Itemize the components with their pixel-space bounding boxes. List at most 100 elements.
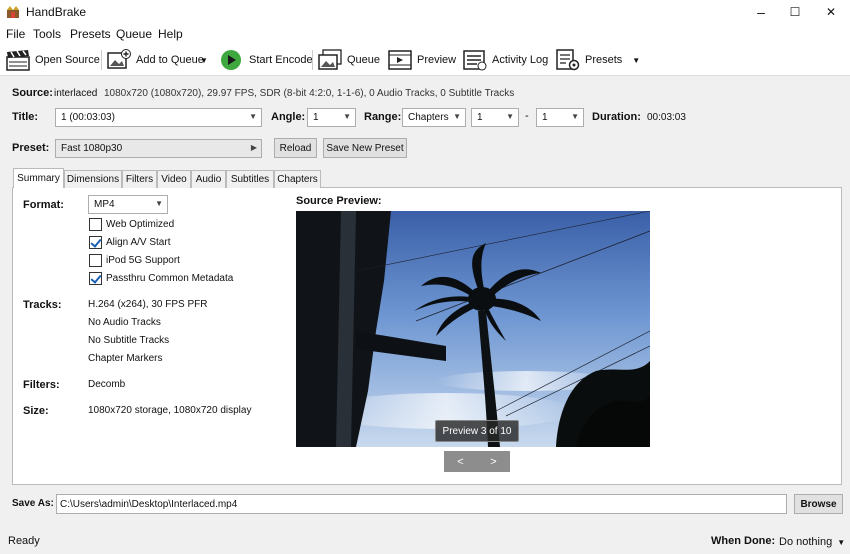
when-done-label: When Done:	[711, 535, 776, 547]
track-item: H.264 (x264), 30 FPS PFR	[88, 299, 208, 310]
chevron-right-icon: >	[490, 455, 497, 468]
angle-select[interactable]: 1 ▼	[307, 108, 356, 127]
queue-images-icon	[318, 49, 342, 70]
range-start-select[interactable]: 1 ▼	[471, 108, 519, 127]
activity-log-button[interactable]: Activity Log	[463, 48, 548, 72]
when-done-select[interactable]: Do nothing ▼	[779, 533, 845, 551]
preset-select-value: Fast 1080p30	[61, 143, 123, 154]
angle-select-value: 1	[313, 112, 319, 123]
menu-file[interactable]: File	[6, 27, 25, 41]
tab-summary[interactable]: Summary	[13, 168, 64, 188]
play-icon	[221, 50, 241, 70]
queue-button[interactable]: Queue	[318, 48, 380, 72]
presets-label: Presets	[585, 54, 623, 66]
format-label: Format:	[23, 199, 64, 211]
menu-tools[interactable]: Tools	[33, 27, 61, 41]
activity-log-icon	[463, 50, 487, 71]
tracks-label: Tracks:	[23, 299, 62, 311]
toolbar-separator	[312, 50, 313, 70]
tab-chapters[interactable]: Chapters	[274, 170, 321, 188]
title-label: Title:	[12, 111, 39, 123]
range-end-select[interactable]: 1 ▼	[536, 108, 584, 127]
track-item: No Subtitle Tracks	[88, 335, 170, 346]
chevron-down-icon: ▼	[200, 55, 208, 65]
range-label: Range:	[364, 111, 402, 123]
menu-help[interactable]: Help	[158, 27, 183, 41]
tab-chapters-label: Chapters	[277, 174, 318, 185]
save-as-label: Save As:	[12, 498, 54, 509]
chevron-down-icon: ▼	[343, 112, 351, 121]
passthru-metadata-checkbox[interactable]	[89, 272, 102, 285]
title-bar: HandBrake – ☐ ✕	[0, 0, 850, 24]
menu-presets[interactable]: Presets	[70, 27, 111, 41]
align-av-start-checkbox[interactable]	[89, 236, 102, 249]
title-select-value: 1 (00:03:03)	[61, 112, 115, 123]
maximize-button[interactable]: ☐	[778, 0, 812, 24]
save-as-path-field[interactable]: C:\Users\admin\Desktop\Interlaced.mp4	[56, 494, 787, 514]
duration-label: Duration:	[592, 111, 641, 123]
chevron-down-icon: ▼	[571, 112, 579, 121]
angle-label: Angle:	[271, 111, 306, 123]
add-image-icon	[107, 49, 131, 69]
tab-summary-label: Summary	[17, 173, 60, 184]
source-name: interlaced	[54, 88, 98, 99]
tab-audio[interactable]: Audio	[191, 170, 226, 188]
palm-tree-photo	[296, 211, 650, 447]
tab-subtitles[interactable]: Subtitles	[226, 170, 274, 188]
track-item: Chapter Markers	[88, 353, 163, 364]
preset-select[interactable]: Fast 1080p30 ▶	[55, 139, 262, 158]
preview-button[interactable]: Preview	[388, 48, 456, 72]
passthru-metadata-label: Passthru Common Metadata	[106, 273, 234, 284]
chevron-down-icon: ▼	[506, 112, 514, 121]
duration-value: 00:03:03	[647, 112, 686, 123]
tab-filters[interactable]: Filters	[122, 170, 157, 188]
range-start-value: 1	[477, 112, 483, 123]
maximize-icon: ☐	[789, 5, 801, 19]
range-type-select[interactable]: Chapters ▼	[402, 108, 466, 127]
tab-video[interactable]: Video	[157, 170, 191, 188]
size-value: 1080x720 storage, 1080x720 display	[88, 405, 252, 416]
previous-preview-button[interactable]: <	[444, 451, 477, 472]
tab-video-label: Video	[161, 174, 187, 185]
chevron-down-icon: ▼	[632, 55, 641, 65]
when-done-value: Do nothing	[779, 536, 833, 548]
tab-filters-label: Filters	[125, 174, 154, 185]
reload-button[interactable]: Reload	[274, 138, 317, 158]
add-to-queue-button[interactable]: Add to Queue	[107, 48, 204, 72]
start-encode-button[interactable]: Start Encode	[220, 48, 313, 72]
browse-button[interactable]: Browse	[794, 494, 843, 514]
chevron-left-icon: <	[457, 455, 464, 468]
tab-subtitles-label: Subtitles	[230, 174, 270, 185]
menu-queue[interactable]: Queue	[116, 27, 152, 41]
close-icon: ✕	[825, 5, 837, 19]
activity-log-label: Activity Log	[492, 54, 549, 66]
source-preview-image	[296, 211, 650, 447]
close-button[interactable]: ✕	[814, 0, 848, 24]
range-end-value: 1	[542, 112, 548, 123]
ipod-5g-support-label: iPod 5G Support	[106, 255, 180, 266]
minimize-button[interactable]: –	[744, 0, 778, 24]
save-new-preset-button[interactable]: Save New Preset	[323, 138, 407, 158]
title-select[interactable]: 1 (00:03:03) ▼	[55, 108, 262, 127]
source-label: Source:	[12, 87, 53, 99]
range-dash: -	[525, 110, 529, 122]
next-preview-button[interactable]: >	[477, 451, 510, 472]
tab-audio-label: Audio	[195, 174, 222, 185]
toolbar: Open Source Add to Queue ▼ Start Encode …	[0, 44, 850, 76]
start-encode-label: Start Encode	[249, 54, 313, 66]
format-select[interactable]: MP4 ▼	[88, 195, 168, 214]
tab-dimensions-label: Dimensions	[66, 174, 120, 185]
web-optimized-checkbox[interactable]	[89, 218, 102, 231]
chevron-down-icon: ▼	[837, 537, 846, 547]
tab-dimensions[interactable]: Dimensions	[64, 170, 122, 188]
add-to-queue-label: Add to Queue	[136, 54, 204, 66]
add-to-queue-dropdown[interactable]: ▼	[200, 48, 208, 72]
align-av-start-label: Align A/V Start	[106, 237, 171, 248]
ipod-5g-support-checkbox[interactable]	[89, 254, 102, 267]
filters-value: Decomb	[88, 379, 126, 390]
open-source-button[interactable]: Open Source	[6, 48, 100, 72]
source-info: 1080x720 (1080x720), 29.97 FPS, SDR (8-b…	[104, 88, 515, 99]
presets-button[interactable]: Presets ▼	[556, 48, 640, 72]
format-select-value: MP4	[94, 199, 115, 210]
reload-label: Reload	[279, 142, 312, 154]
